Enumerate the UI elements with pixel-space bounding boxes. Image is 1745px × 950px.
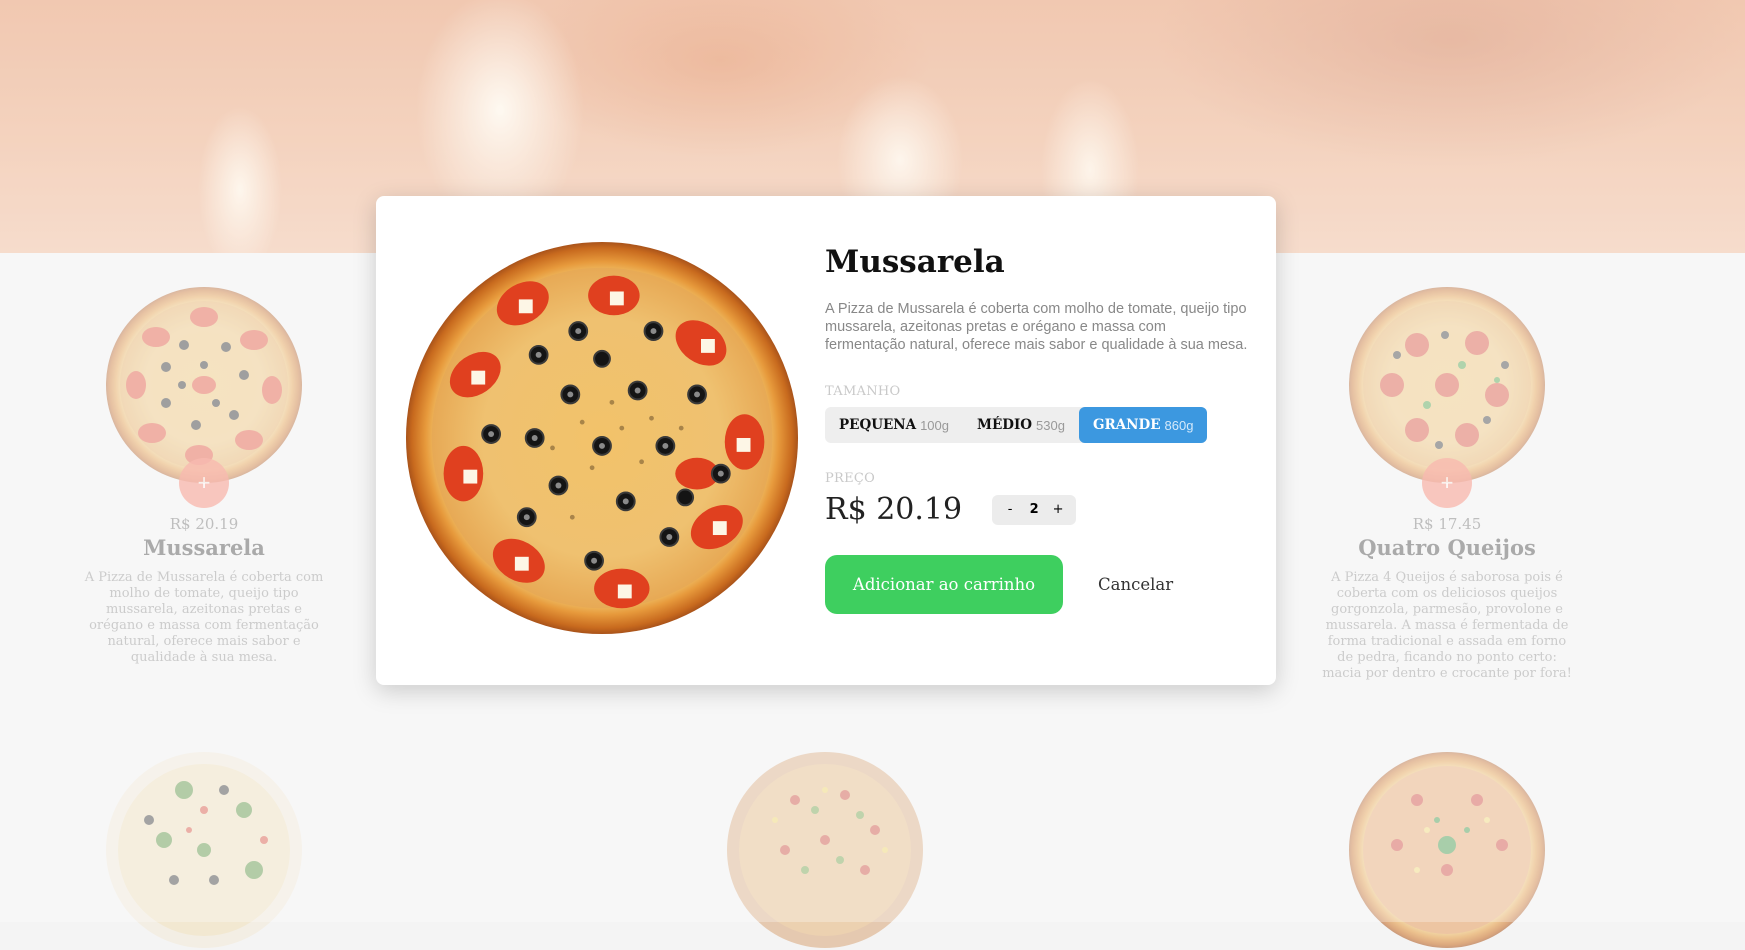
size-option-medio[interactable]: MÉDIO 530g — [963, 407, 1079, 443]
size-name: GRANDE — [1092, 417, 1161, 433]
size-label: TAMANHO — [825, 384, 901, 399]
size-option-grande[interactable]: GRANDE 860g — [1078, 407, 1208, 443]
cancel-button[interactable]: Cancelar — [1098, 575, 1173, 594]
quantity-decrement-button[interactable]: - — [998, 502, 1022, 517]
size-weight: 100g — [920, 417, 949, 433]
price-label: PREÇO — [825, 471, 876, 486]
modal-price: R$ 20.19 — [825, 492, 963, 527]
size-name: PEQUENA — [839, 417, 917, 433]
add-to-cart-button[interactable]: Adicionar ao carrinho — [825, 555, 1063, 614]
size-option-pequena[interactable]: PEQUENA 100g — [825, 407, 963, 443]
modal-title: Mussarela — [825, 244, 1005, 280]
size-selector: PEQUENA 100g MÉDIO 530g GRANDE 860g — [825, 407, 1208, 443]
product-modal: Mussarela A Pizza de Mussarela é coberta… — [376, 196, 1276, 685]
size-weight: 530g — [1036, 417, 1065, 433]
size-name: MÉDIO — [977, 417, 1033, 433]
quantity-value: 2 — [1029, 502, 1039, 517]
quantity-increment-button[interactable]: + — [1046, 502, 1070, 517]
modal-description: A Pizza de Mussarela é coberta com molho… — [825, 301, 1248, 353]
pizza-image — [405, 241, 799, 635]
size-weight: 860g — [1164, 417, 1194, 433]
product-details: Mussarela A Pizza de Mussarela é coberta… — [825, 244, 1255, 614]
quantity-stepper: - 2 + — [992, 494, 1077, 525]
